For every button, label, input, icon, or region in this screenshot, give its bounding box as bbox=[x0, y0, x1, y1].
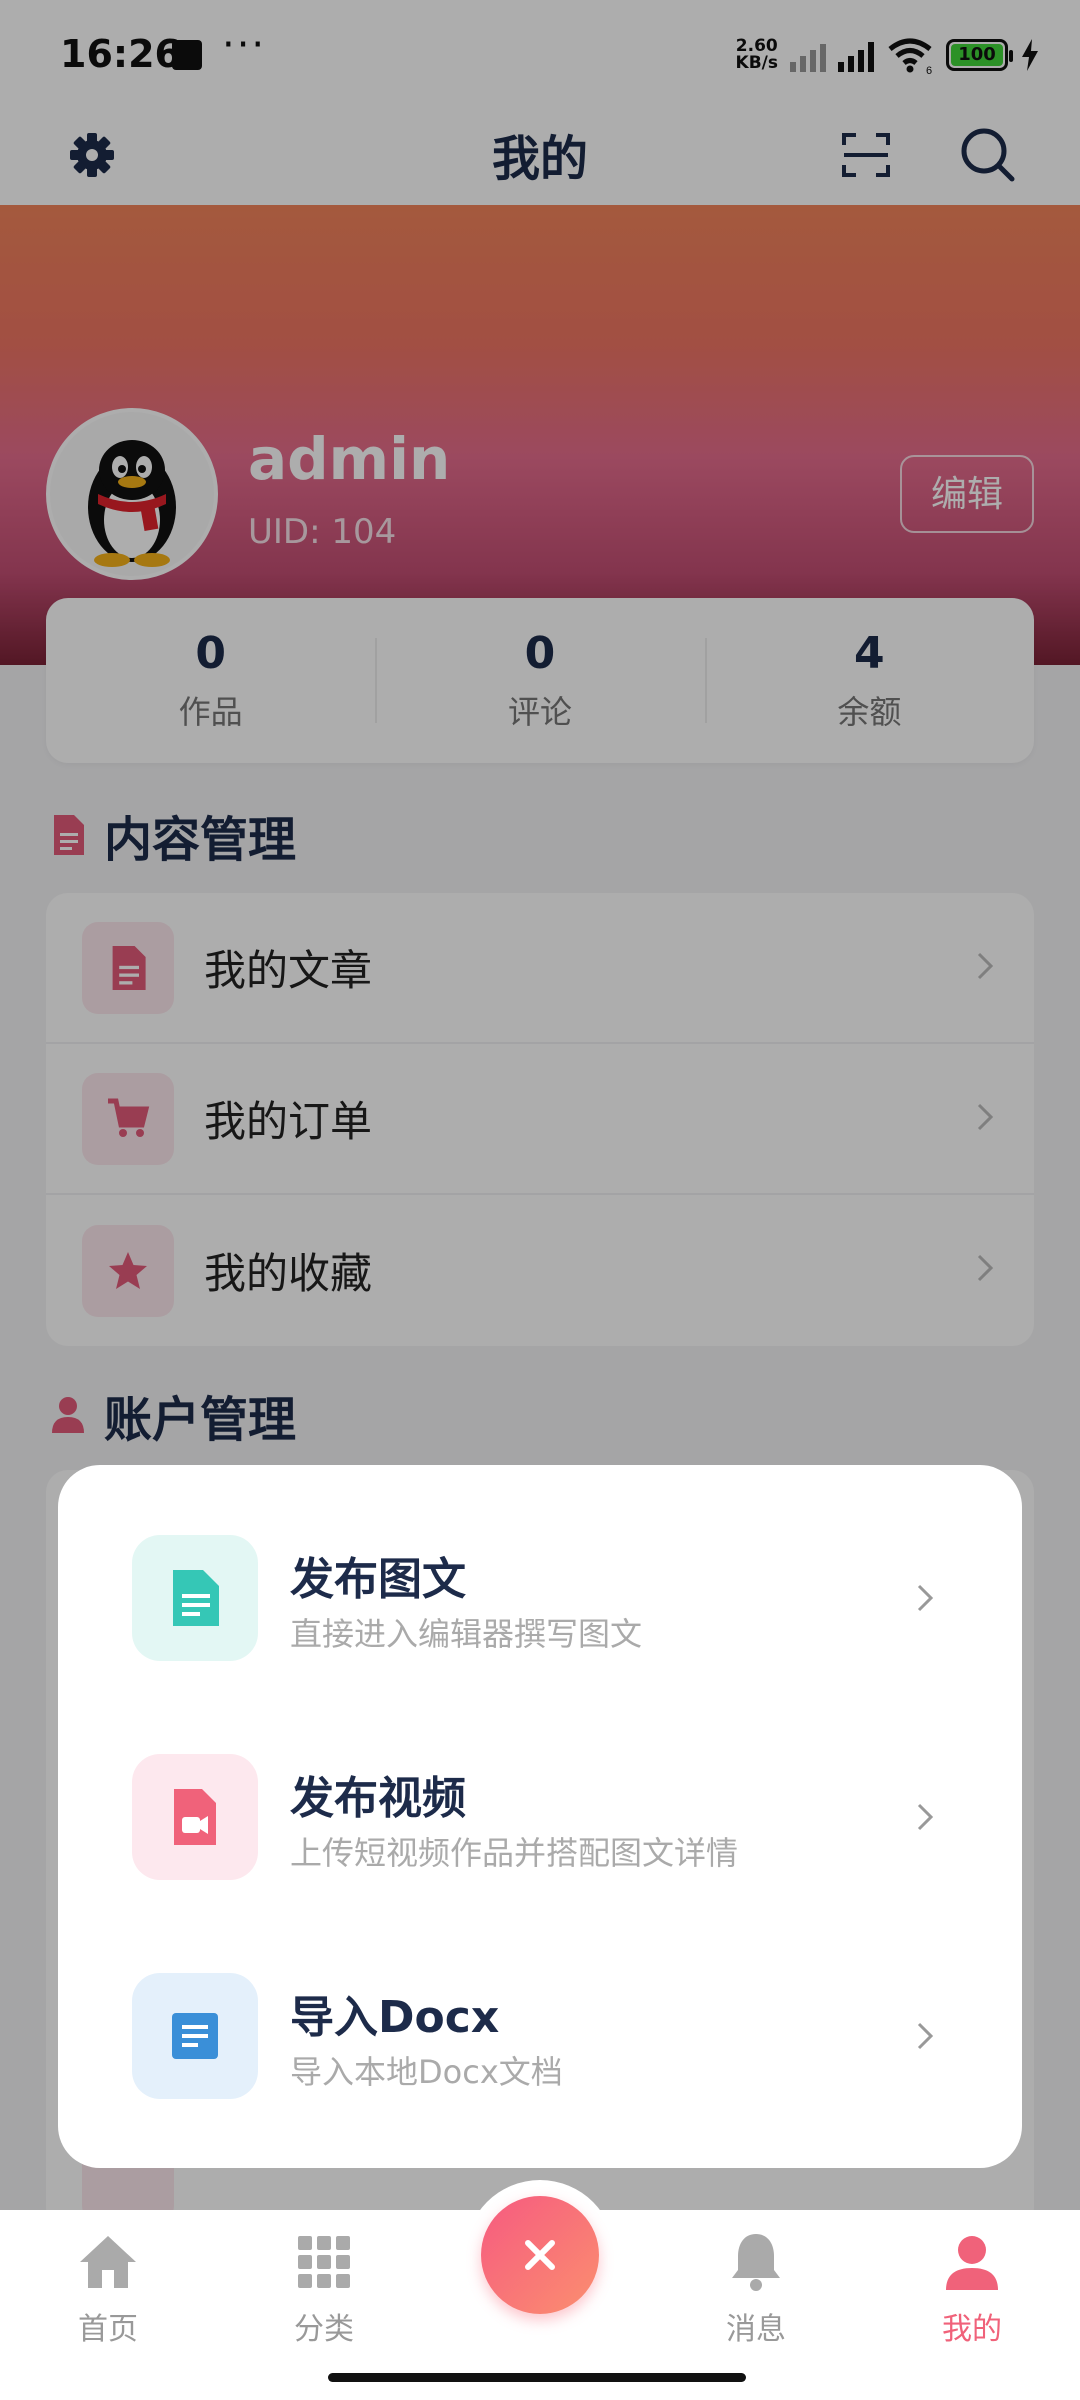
chevron-right-icon bbox=[917, 1803, 934, 1831]
grid-icon bbox=[298, 2236, 350, 2288]
publish-video-option[interactable]: 发布视频 上传短视频作品并搭配图文详情 bbox=[58, 1754, 1022, 1884]
close-icon bbox=[525, 2240, 555, 2270]
nav-profile[interactable]: 我的 bbox=[897, 2230, 1047, 2348]
import-docx-option[interactable]: 导入Docx 导入本地Docx文档 bbox=[58, 1973, 1022, 2103]
nav-categories[interactable]: 分类 bbox=[249, 2230, 399, 2348]
person-icon bbox=[946, 2236, 998, 2290]
home-indicator[interactable] bbox=[328, 2373, 746, 2382]
publish-article-option[interactable]: 发布图文 直接进入编辑器撰写图文 bbox=[58, 1535, 1022, 1665]
bell-icon bbox=[732, 2234, 780, 2291]
docx-icon bbox=[132, 1973, 258, 2099]
home-icon bbox=[80, 2236, 136, 2288]
video-file-icon bbox=[132, 1754, 258, 1880]
chevron-right-icon bbox=[917, 2022, 934, 2050]
nav-home[interactable]: 首页 bbox=[33, 2230, 183, 2348]
chevron-right-icon bbox=[917, 1584, 934, 1612]
publish-fab-button[interactable] bbox=[481, 2196, 599, 2314]
document-icon bbox=[132, 1535, 258, 1661]
nav-messages[interactable]: 消息 bbox=[681, 2230, 831, 2348]
publish-popup: 发布图文 直接进入编辑器撰写图文 发布视频 上传短视频作品并搭配图文详情 导入D… bbox=[58, 1465, 1022, 2168]
